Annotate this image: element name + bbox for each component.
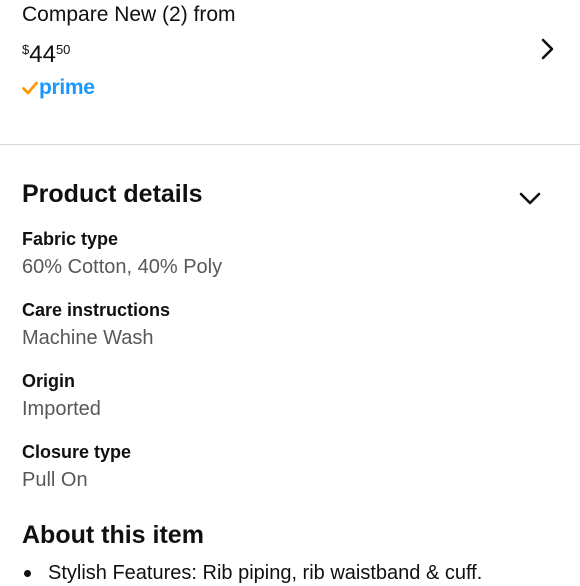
price-whole: 44 bbox=[29, 41, 56, 68]
section-divider bbox=[0, 144, 580, 145]
bullet-dot-icon bbox=[24, 570, 31, 577]
price-fraction: 50 bbox=[55, 42, 71, 57]
chevron-right-icon[interactable] bbox=[538, 37, 558, 61]
detail-label: Origin bbox=[22, 371, 75, 391]
prime-label: prime bbox=[39, 76, 95, 99]
detail-care-instructions: Care instructions Machine Wash bbox=[22, 299, 542, 351]
detail-origin: Origin Imported bbox=[22, 370, 542, 422]
detail-value: 60% Cotton, 40% Poly bbox=[22, 256, 223, 278]
detail-label: Fabric type bbox=[22, 229, 119, 249]
bullet-text: Stylish Features: Rib piping, rib waistb… bbox=[48, 562, 483, 584]
compare-offers-label: Compare New (2) from bbox=[22, 3, 236, 26]
detail-value: Machine Wash bbox=[22, 327, 154, 349]
chevron-down-icon[interactable] bbox=[518, 190, 542, 208]
compare-offers-row[interactable]: Compare New (2) from $4450 prime bbox=[0, 0, 580, 144]
product-details-title: Product details bbox=[22, 180, 203, 208]
detail-value: Imported bbox=[22, 398, 101, 420]
list-item: Stylish Features: Rib piping, rib waistb… bbox=[22, 560, 580, 586]
detail-closure-type: Closure type Pull On bbox=[22, 441, 542, 493]
detail-label: Closure type bbox=[22, 442, 132, 462]
price-currency-symbol: $ bbox=[22, 42, 30, 57]
prime-check-icon bbox=[22, 81, 38, 95]
offer-price: $4450 bbox=[22, 41, 70, 69]
about-bullet-list: Stylish Features: Rib piping, rib waistb… bbox=[22, 560, 580, 586]
detail-value: Pull On bbox=[22, 469, 88, 491]
prime-badge: prime bbox=[22, 76, 95, 100]
about-this-item-title: About this item bbox=[22, 521, 204, 549]
detail-label: Care instructions bbox=[22, 300, 171, 320]
product-details-header[interactable]: Product details bbox=[0, 170, 580, 218]
detail-fabric-type: Fabric type 60% Cotton, 40% Poly bbox=[22, 228, 542, 280]
